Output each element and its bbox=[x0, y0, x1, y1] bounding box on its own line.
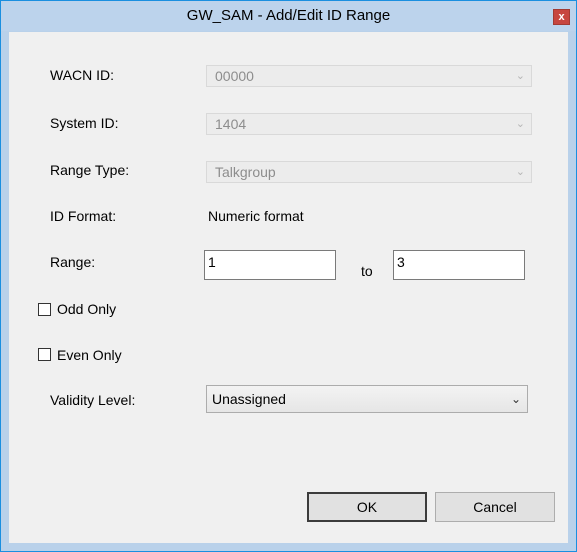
id-format-value: Numeric format bbox=[208, 208, 304, 224]
range-type-label: Range Type: bbox=[50, 162, 130, 178]
chevron-down-icon: ⌄ bbox=[510, 392, 521, 406]
range-to-label: to bbox=[361, 263, 373, 279]
chevron-down-icon: ⌄ bbox=[515, 70, 525, 82]
validity-level-select[interactable]: Unassigned ⌄ bbox=[206, 385, 528, 413]
dialog-body: WACN ID: 00000 ⌄ System ID: 1404 ⌄ Range… bbox=[9, 32, 568, 543]
system-id-label: System ID: bbox=[50, 115, 119, 131]
wacn-id-value: 00000 bbox=[215, 68, 254, 84]
title-bar[interactable]: GW_SAM - Add/Edit ID Range x bbox=[1, 1, 576, 31]
close-icon: x bbox=[558, 11, 565, 23]
range-type-value: Talkgroup bbox=[215, 164, 276, 180]
close-button[interactable]: x bbox=[553, 9, 570, 25]
dialog-window: GW_SAM - Add/Edit ID Range x WACN ID: 00… bbox=[0, 0, 577, 552]
validity-level-value: Unassigned bbox=[212, 391, 286, 407]
range-label: Range: bbox=[50, 254, 96, 270]
id-format-label: ID Format: bbox=[50, 208, 117, 224]
range-from-input[interactable]: 1 bbox=[204, 250, 336, 280]
system-id-select: 1404 ⌄ bbox=[206, 113, 532, 135]
range-type-select: Talkgroup ⌄ bbox=[206, 161, 532, 183]
cancel-button[interactable]: Cancel bbox=[435, 492, 555, 522]
even-only-checkbox[interactable] bbox=[38, 348, 51, 361]
wacn-id-select: 00000 ⌄ bbox=[206, 65, 532, 87]
ok-button[interactable]: OK bbox=[307, 492, 427, 522]
even-only-label[interactable]: Even Only bbox=[57, 347, 122, 363]
system-id-value: 1404 bbox=[215, 116, 247, 132]
chevron-down-icon: ⌄ bbox=[515, 118, 525, 130]
odd-only-label[interactable]: Odd Only bbox=[57, 301, 116, 317]
range-to-input[interactable]: 3 bbox=[393, 250, 525, 280]
validity-level-label: Validity Level: bbox=[50, 392, 136, 408]
wacn-id-label: WACN ID: bbox=[50, 67, 115, 83]
chevron-down-icon: ⌄ bbox=[515, 166, 525, 178]
window-title: GW_SAM - Add/Edit ID Range bbox=[186, 7, 391, 24]
odd-only-checkbox[interactable] bbox=[38, 303, 51, 316]
